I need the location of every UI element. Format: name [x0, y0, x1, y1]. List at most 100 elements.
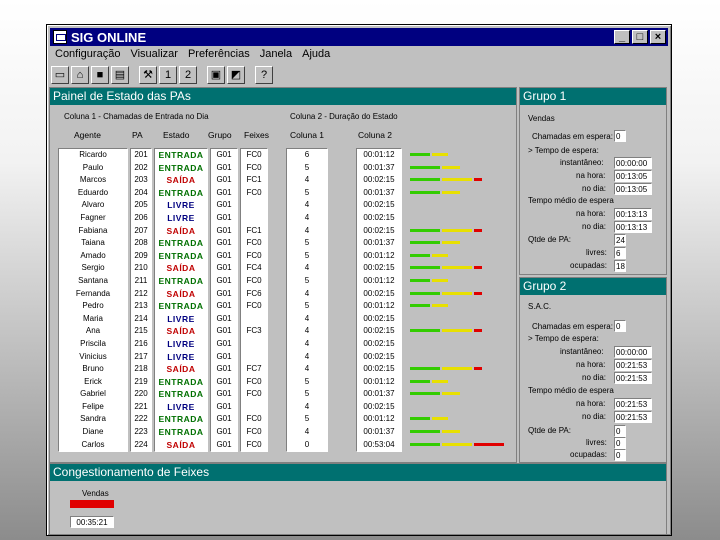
yellow-bar-segment — [432, 304, 448, 308]
state-cell: ENTRADA — [158, 376, 204, 387]
pa-cell: 213 — [134, 301, 148, 311]
queue-cell: FC4 — [246, 263, 262, 273]
queue-cell: FC3 — [246, 326, 262, 336]
col2-values: 00:01:12 00:01:37 00:02:15 00:01:37 00:02:15… — [356, 148, 402, 453]
congestion-time: 00:35:21 — [70, 516, 114, 528]
yellow-bar-segment — [442, 367, 472, 371]
g2-hour-value: 00:21:53 — [614, 359, 652, 371]
panel-1-button[interactable]: 1 — [159, 66, 177, 84]
group-cell: G01 — [216, 288, 232, 298]
congestion-bar — [70, 500, 114, 508]
pa-cell: 215 — [134, 326, 148, 336]
g2-wait-label: Chamadas em espera: — [532, 322, 613, 331]
duration-bar-row — [410, 425, 510, 438]
group1-title: Grupo 1 — [520, 88, 666, 105]
state-cell: SAÍDA — [166, 364, 196, 375]
green-bar-segment — [410, 442, 440, 446]
state-cell: ENTRADA — [158, 187, 204, 198]
menu-visualizar[interactable]: Visualizar — [126, 47, 184, 63]
duration-bar-row — [410, 161, 510, 174]
open-folder-icon[interactable]: ⌂ — [71, 66, 89, 84]
duration-bar-row — [410, 387, 510, 400]
agent-cell: Santana — [78, 275, 108, 285]
queue-cell: FC7 — [246, 364, 262, 374]
green-bar-segment — [410, 190, 440, 194]
menu-configuracao[interactable]: Configuração — [51, 47, 126, 63]
state-cell: LIVRE — [167, 338, 195, 349]
agent-cell: Eduardo — [77, 187, 109, 197]
yellow-bar-segment — [442, 442, 472, 446]
group-cell: G01 — [216, 376, 232, 386]
col1-cell: 4 — [304, 364, 310, 374]
duration-bar-row — [410, 412, 510, 425]
group-cell: G01 — [216, 313, 232, 323]
menu-janela[interactable]: Janela — [256, 47, 298, 63]
tool-icon[interactable]: ⚒ — [139, 66, 157, 84]
col2-cell: 00:02:15 — [363, 200, 395, 210]
state-cell: ENTRADA — [158, 414, 204, 425]
col2-cell: 00:01:37 — [363, 427, 395, 437]
panel-2-button[interactable]: 2 — [179, 66, 197, 84]
save-disk-icon[interactable]: ■ — [91, 66, 109, 84]
g1-hour-label: na hora: — [576, 171, 606, 180]
queue-cell — [241, 199, 267, 212]
state-cell: ENTRADA — [158, 250, 204, 261]
help-icon[interactable]: ? — [255, 66, 273, 84]
header-pa: PA — [132, 130, 143, 140]
minimize-button[interactable]: _ — [614, 30, 630, 44]
col2-cell: 00:02:15 — [363, 338, 395, 348]
close-button[interactable]: × — [650, 30, 666, 44]
state-cell: SAÍDA — [166, 326, 196, 337]
col1-cell: 0 — [304, 439, 310, 449]
group-cell: G01 — [216, 162, 232, 172]
duration-bar-row — [410, 312, 510, 325]
col2-cell: 00:02:15 — [363, 326, 395, 336]
red-bar-segment — [474, 266, 482, 270]
pa-cell: 206 — [134, 212, 148, 222]
g1-qty-value: 24 — [614, 234, 626, 246]
col2-cell: 00:02:15 — [363, 212, 395, 222]
tile-icon[interactable]: ◩ — [227, 66, 245, 84]
title-bar: SIG ONLINE _ □ × — [50, 28, 668, 46]
menu-ajuda[interactable]: Ajuda — [298, 47, 336, 63]
yellow-bar-segment — [442, 228, 472, 232]
header-queue: Feixes — [244, 130, 270, 140]
agent-cell: Diane — [82, 427, 104, 437]
col2-cell: 00:02:15 — [363, 175, 395, 185]
g1-wait-value: 0 — [614, 130, 626, 142]
new-doc-icon[interactable]: ▭ — [51, 66, 69, 84]
duration-bar-row — [410, 198, 510, 211]
maximize-button[interactable]: □ — [632, 30, 648, 44]
g2-avgday-label: no dia: — [582, 412, 607, 421]
pa-cell: 220 — [134, 389, 148, 399]
g2-free-value: 0 — [614, 437, 626, 449]
g2-avg-label: Tempo médio de espera — [528, 386, 614, 395]
g2-qty-label: Qtde de PA: — [528, 426, 571, 435]
window-icon[interactable]: ▣ — [207, 66, 225, 84]
g2-avghour-value: 00:21:53 — [614, 398, 652, 410]
state-cell: ENTRADA — [158, 150, 204, 160]
print-icon[interactable]: ▤ — [111, 66, 129, 84]
g2-day-value: 00:21:53 — [614, 372, 652, 384]
g2-waittime-label: > Tempo de espera: — [528, 334, 599, 343]
group1-panel: Grupo 1 Vendas Chamadas em espera: 0 > T… — [519, 87, 667, 275]
app-icon — [53, 30, 67, 44]
green-bar-segment — [410, 228, 440, 232]
g2-busy-label: ocupadas: — [570, 450, 607, 459]
state-cell: ENTRADA — [158, 427, 204, 438]
pa-cell: 218 — [134, 364, 148, 374]
agent-cell: Marcos — [79, 175, 107, 185]
duration-bar-row — [410, 287, 510, 300]
group-cell: G01 — [216, 212, 232, 222]
g1-avg-label: Tempo médio de espera — [528, 196, 614, 205]
congestion-panel: Congestionamento de Feixes Vendas 00:35:… — [49, 463, 667, 535]
app-window: SIG ONLINE _ □ × Configuração Visualizar… — [46, 24, 672, 536]
g1-waittime-label: > Tempo de espera: — [528, 146, 599, 155]
agent-cell: Felipe — [82, 401, 104, 411]
duration-bar-row — [410, 211, 510, 224]
queue-cell: FC0 — [246, 187, 262, 197]
menu-preferencias[interactable]: Preferências — [184, 47, 256, 63]
pa-cell: 217 — [134, 351, 148, 361]
queue-cell: FC1 — [246, 175, 262, 185]
yellow-bar-segment — [442, 266, 472, 270]
